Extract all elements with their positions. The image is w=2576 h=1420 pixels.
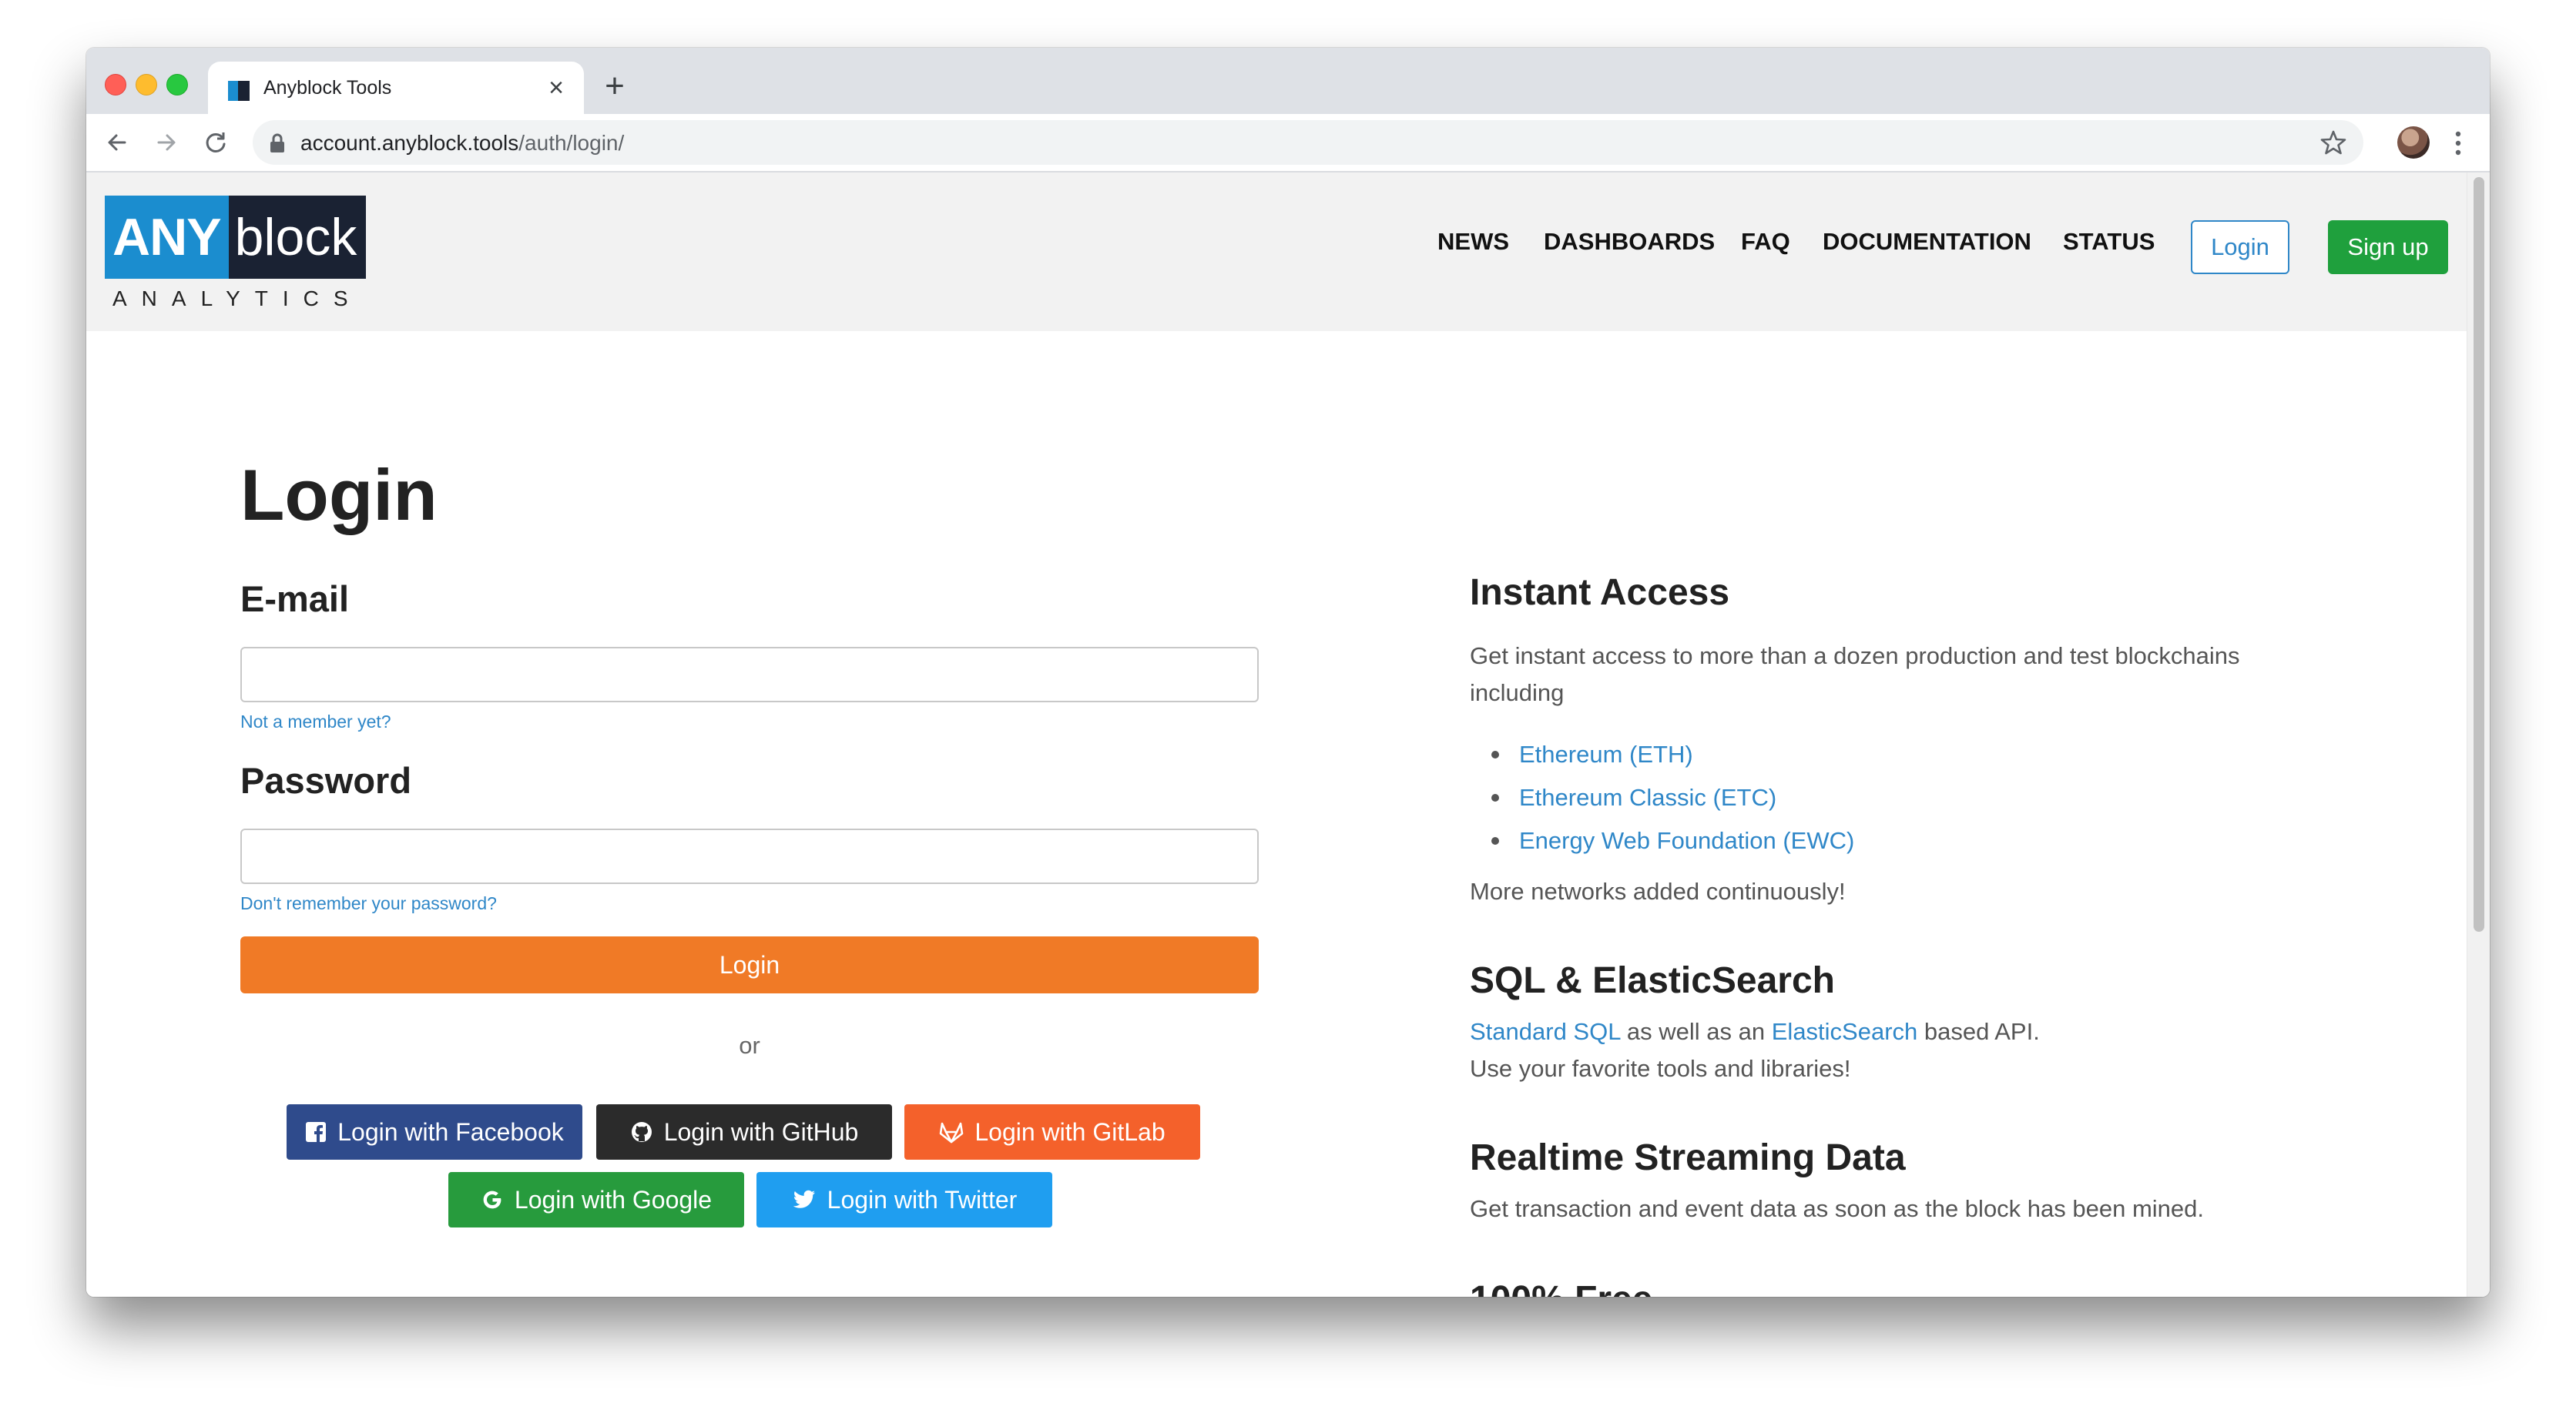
tab-title: Anyblock Tools — [263, 77, 392, 99]
login-facebook-label: Login with Facebook — [337, 1117, 564, 1146]
logo-subtitle: ANALYTICS — [112, 286, 363, 310]
sql-text: Standard SQL as well as an ElasticSearch… — [1470, 1013, 2271, 1050]
lock-icon — [270, 133, 284, 152]
realtime-heading: Realtime Streaming Data — [1470, 1137, 1906, 1178]
url-path: /auth/login/ — [518, 131, 625, 155]
gitlab-icon — [940, 1122, 964, 1144]
site-header: ANY block ANALYTICS NEWS DASHBOARDS FAQ … — [86, 172, 2467, 331]
logo-any: ANY — [105, 196, 229, 279]
login-github-label: Login with GitHub — [663, 1117, 859, 1146]
sql-line2: Use your favorite tools and libraries! — [1470, 1055, 1851, 1082]
login-google-label: Login with Google — [514, 1185, 713, 1214]
header-signup-button[interactable]: Sign up — [2328, 220, 2448, 274]
realtime-text: Get transaction and event data as soon a… — [1470, 1195, 2205, 1222]
page-title: Login — [240, 454, 438, 535]
close-tab-icon[interactable]: × — [541, 72, 572, 103]
facebook-icon — [306, 1122, 327, 1142]
login-twitter-button[interactable]: Login with Twitter — [756, 1172, 1052, 1227]
more-menu-icon[interactable] — [2454, 128, 2462, 159]
back-arrow-icon[interactable] — [102, 127, 132, 158]
instant-access-heading: Instant Access — [1470, 572, 1730, 613]
maximize-window-button[interactable] — [166, 74, 188, 95]
profile-avatar[interactable] — [2397, 126, 2430, 159]
scrollbar-thumb[interactable] — [2474, 177, 2484, 932]
bookmark-star-icon[interactable] — [2319, 128, 2348, 157]
standard-sql-link[interactable]: Standard SQL — [1470, 1018, 1620, 1045]
nav-news[interactable]: NEWS — [1437, 228, 1509, 256]
sql-text-mid: as well as an — [1620, 1018, 1772, 1045]
free-heading: 100% Free — [1470, 1281, 1653, 1298]
github-icon — [631, 1122, 652, 1142]
not-member-link[interactable]: Not a member yet? — [240, 713, 391, 731]
browser-toolbar: account.anyblock.tools/auth/login/ — [86, 114, 2490, 172]
new-tab-button[interactable]: + — [598, 69, 632, 105]
url-host: account.anyblock.tools — [300, 131, 519, 155]
instant-access-text: Get instant access to more than a dozen … — [1470, 642, 2240, 706]
login-google-button[interactable]: Login with Google — [448, 1172, 744, 1227]
twitter-icon — [793, 1190, 815, 1208]
email-label: E-mail — [240, 578, 350, 619]
chain-link-etc[interactable]: Ethereum Classic (ETC) — [1491, 785, 1776, 809]
nav-dashboards[interactable]: DASHBOARDS — [1544, 228, 1715, 256]
page-scrollbar[interactable] — [2467, 172, 2490, 1297]
login-gitlab-button[interactable]: Login with GitLab — [904, 1104, 1200, 1160]
chain-link-ewc[interactable]: Energy Web Foundation (EWC) — [1491, 829, 1854, 852]
login-github-button[interactable]: Login with GitHub — [596, 1104, 892, 1160]
password-field[interactable] — [240, 829, 1259, 884]
nav-faq[interactable]: FAQ — [1741, 228, 1790, 256]
email-field[interactable] — [240, 647, 1259, 702]
browser-window: Anyblock Tools × + account.anyblock.tool… — [86, 48, 2490, 1297]
sql-text-end: based API. — [1917, 1018, 2040, 1045]
login-submit-button[interactable]: Login — [240, 936, 1259, 993]
reload-icon[interactable] — [200, 127, 231, 158]
chain-link-eth[interactable]: Ethereum (ETH) — [1491, 742, 1693, 766]
login-gitlab-label: Login with GitLab — [974, 1117, 1166, 1146]
anyblock-favicon-icon — [228, 81, 250, 101]
login-twitter-label: Login with Twitter — [827, 1185, 1018, 1214]
nav-documentation[interactable]: DOCUMENTATION — [1823, 228, 2031, 256]
browser-tab[interactable]: Anyblock Tools × — [208, 62, 584, 114]
elasticsearch-link[interactable]: ElasticSearch — [1772, 1018, 1918, 1045]
forward-arrow-icon[interactable] — [151, 127, 182, 158]
logo-block: block — [228, 196, 367, 279]
minimize-window-button[interactable] — [136, 74, 157, 95]
anyblock-logo[interactable]: ANY block ANALYTICS — [105, 196, 367, 319]
sql-heading: SQL & ElasticSearch — [1470, 960, 1835, 1001]
tab-strip: Anyblock Tools × + — [86, 48, 2490, 114]
nav-status[interactable]: STATUS — [2063, 228, 2155, 256]
close-window-button[interactable] — [105, 74, 126, 95]
header-login-button[interactable]: Login — [2191, 220, 2289, 274]
more-networks-text: More networks added continuously! — [1470, 878, 1846, 905]
forgot-password-link[interactable]: Don't remember your password? — [240, 895, 497, 913]
login-facebook-button[interactable]: Login with Facebook — [287, 1104, 582, 1160]
password-label: Password — [240, 760, 412, 801]
google-icon — [483, 1191, 501, 1209]
page-content: ANY block ANALYTICS NEWS DASHBOARDS FAQ … — [86, 172, 2467, 1297]
or-separator: or — [739, 1032, 760, 1059]
url-text: account.anyblock.tools/auth/login/ — [300, 131, 624, 156]
address-bar[interactable]: account.anyblock.tools/auth/login/ — [253, 120, 2363, 165]
